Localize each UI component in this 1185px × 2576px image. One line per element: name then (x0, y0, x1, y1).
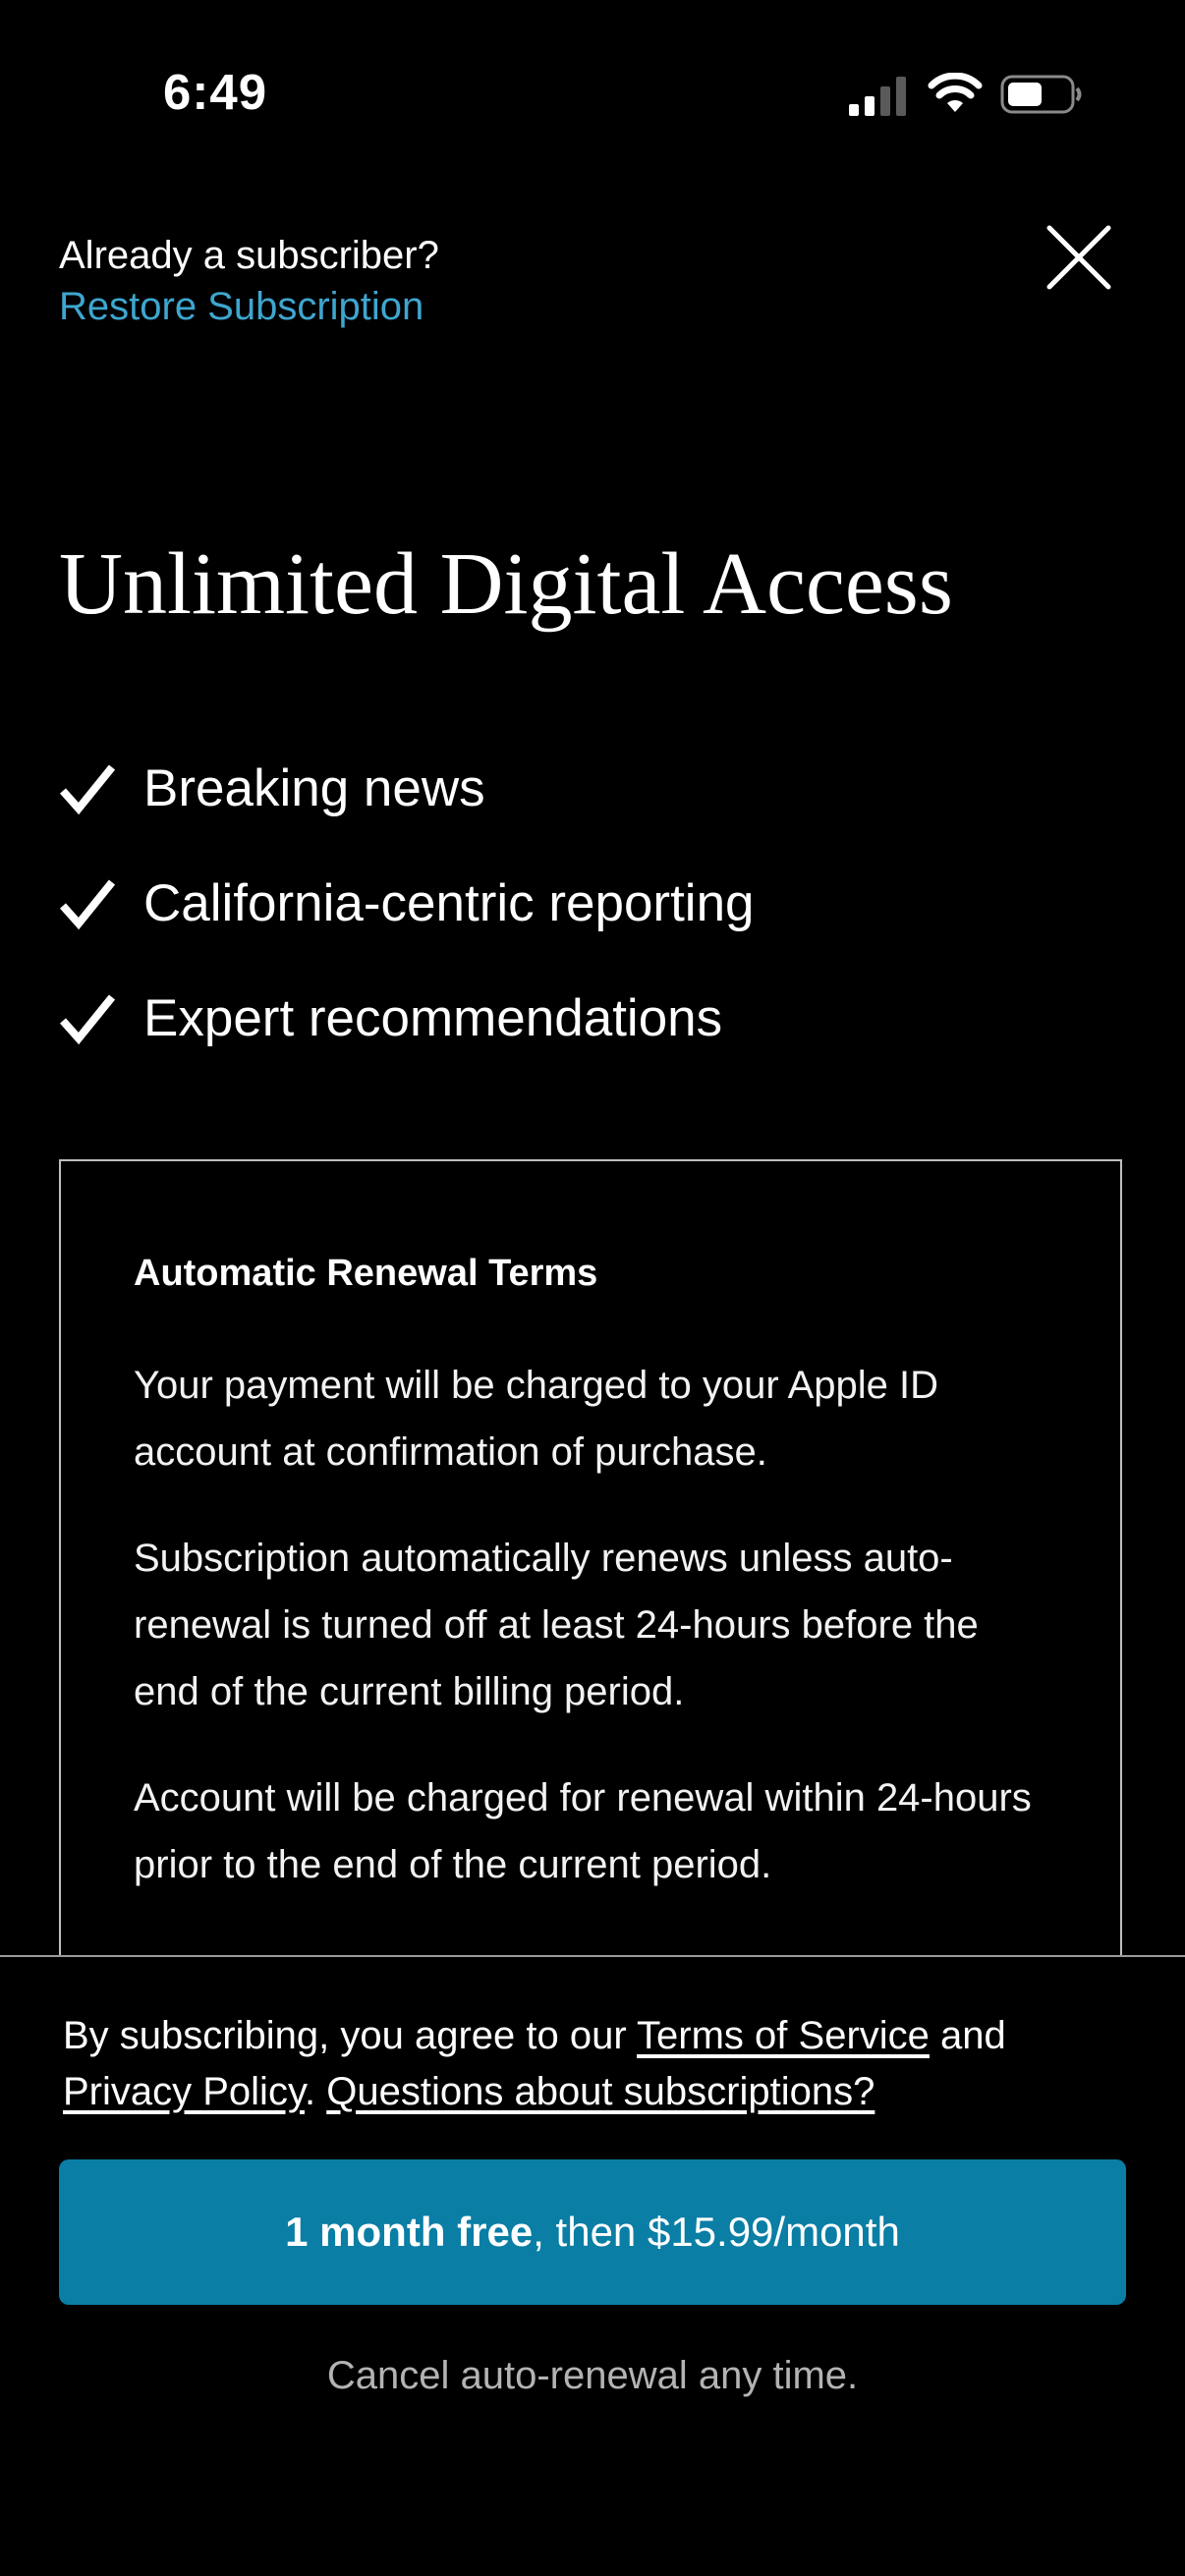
checkmark-icon (60, 993, 116, 1044)
agreement-and: and (940, 2014, 1006, 2057)
cta-bold-label: 1 month free (285, 2209, 534, 2255)
benefit-item: California-centric reporting (59, 846, 755, 961)
terms-body: Your payment will be charged to your App… (134, 1352, 1038, 1983)
restore-block: Already a subscriber? Restore Subscripti… (59, 230, 439, 332)
cancel-note: Cancel auto-renewal any time. (326, 2354, 859, 2397)
privacy-policy-link[interactable]: Privacy Policy (63, 2070, 305, 2113)
terms-paragraph: Account will be charged for renewal with… (134, 1776, 1032, 1886)
cellular-signal-icon (849, 77, 906, 116)
restore-subscription-link[interactable]: Restore Subscription (59, 281, 439, 332)
agreement-prefix: By subscribing, you agree to our (63, 2014, 627, 2057)
cta-price-label: , then $15.99/month (533, 2209, 900, 2255)
agreement-period: . (304, 2070, 316, 2113)
subscription-questions-link[interactable]: Questions about subscriptions? (326, 2070, 875, 2113)
subscribe-footer: By subscribing, you agree to our Terms o… (0, 1955, 1185, 2576)
checkmark-icon (60, 763, 116, 814)
renewal-terms-box[interactable]: Automatic Renewal Terms Your payment wil… (59, 1159, 1122, 1985)
benefit-item: Expert recommendations (59, 961, 755, 1076)
terms-paragraph: Subscription automatically renews unless… (134, 1537, 979, 1713)
terms-of-service-link[interactable]: Terms of Service (637, 2014, 930, 2057)
checkmark-icon (60, 878, 116, 929)
benefits-list: Breaking news California-centric reporti… (59, 731, 755, 1076)
already-subscriber-text: Already a subscriber? (59, 234, 439, 277)
close-icon[interactable] (1044, 222, 1114, 293)
terms-paragraph: Your payment will be charged to your App… (134, 1364, 939, 1474)
status-bar: 6:49 (0, 0, 1185, 187)
agreement-text: By subscribing, you agree to our Terms o… (63, 2008, 1134, 2120)
page-title: Unlimited Digital Access (59, 535, 953, 633)
benefit-item: Breaking news (59, 731, 755, 846)
benefit-label: Breaking news (143, 758, 485, 817)
status-time: 6:49 (163, 64, 268, 120)
battery-icon (1000, 75, 1082, 114)
benefit-label: Expert recommendations (143, 988, 723, 1047)
terms-heading: Automatic Renewal Terms (134, 1253, 598, 1294)
wifi-icon (928, 73, 983, 112)
benefit-label: California-centric reporting (143, 873, 755, 932)
start-free-trial-button[interactable]: 1 month free, then $15.99/month (59, 2159, 1126, 2305)
